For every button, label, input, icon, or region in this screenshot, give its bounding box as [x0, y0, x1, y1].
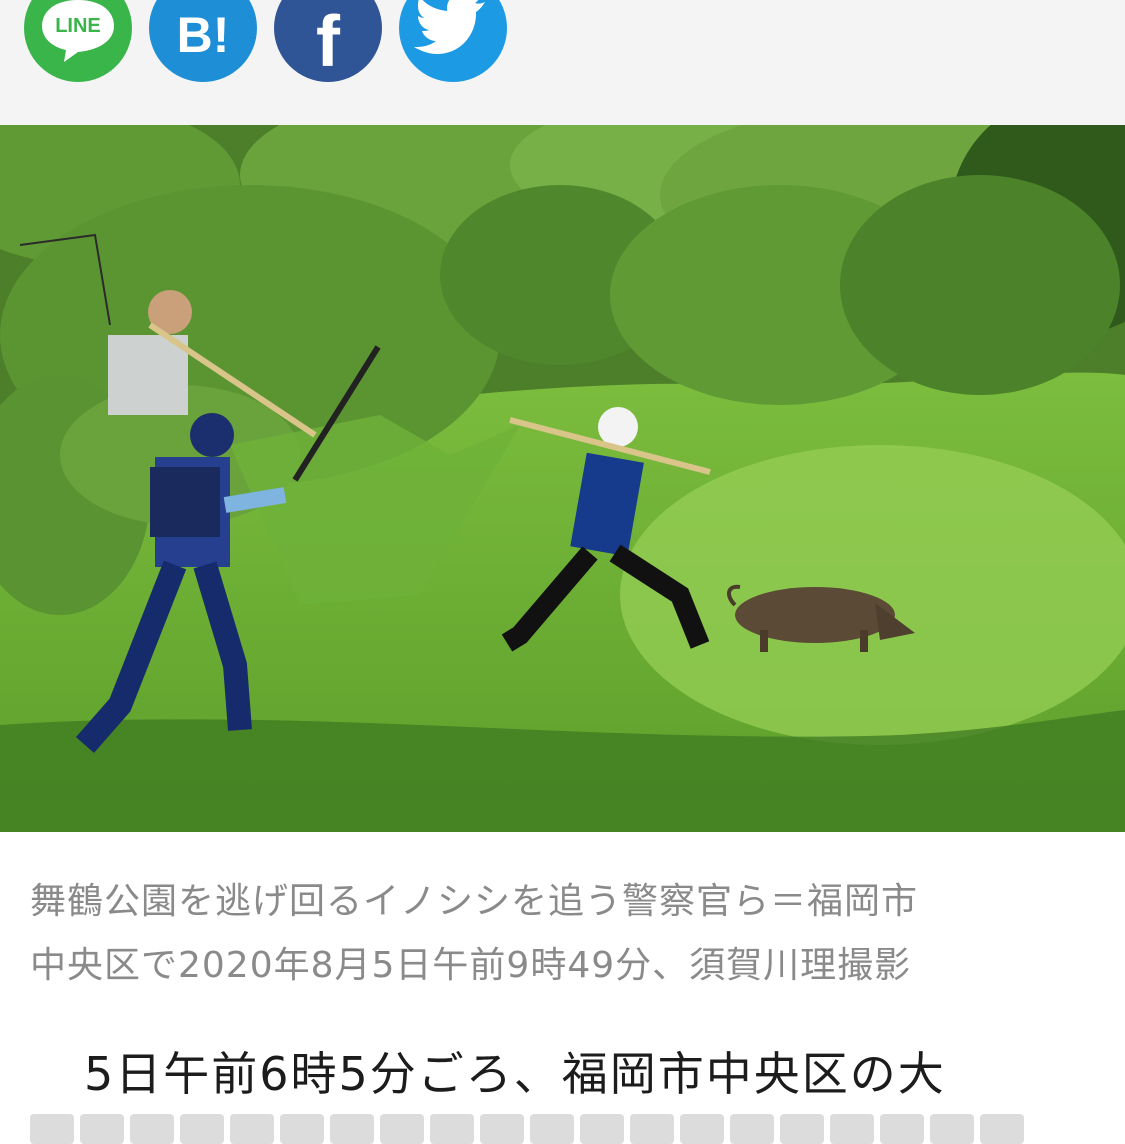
line-label: LINE	[55, 15, 101, 37]
photo-caption: 舞鶴公園を逃げ回るイノシシを追う警察官ら＝福岡市 中央区で2020年8月5日午前…	[30, 870, 1100, 998]
hatena-icon: B!	[149, 0, 257, 82]
line-share-button[interactable]: LINE	[24, 0, 132, 82]
article-photo	[0, 125, 1125, 832]
caption-line-1: 舞鶴公園を逃げ回るイノシシを追う警察官ら＝福岡市	[30, 881, 919, 922]
twitter-share-button[interactable]	[399, 0, 507, 82]
article-next-line-cutoff	[30, 1114, 1090, 1144]
facebook-share-button[interactable]: f	[274, 0, 382, 82]
caption-line-2: 中央区で2020年8月5日午前9時49分、須賀川理撮影	[30, 945, 912, 986]
boar-chase-photo	[0, 125, 1125, 832]
line-icon: LINE	[24, 0, 132, 82]
facebook-label: f	[316, 2, 341, 82]
twitter-icon	[399, 0, 507, 82]
share-bar: LINE B! f	[0, 0, 1125, 126]
article-first-line: 5日午前6時5分ごろ、福岡市中央区の大	[84, 1047, 946, 1101]
hatena-label: B!	[177, 7, 230, 63]
hatena-bookmark-button[interactable]: B!	[149, 0, 257, 82]
facebook-icon: f	[274, 0, 382, 82]
